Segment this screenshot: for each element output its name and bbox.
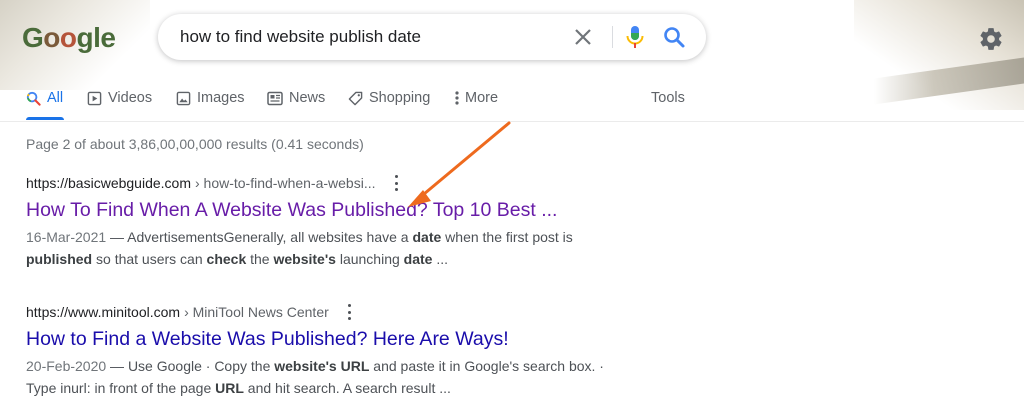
- snippet-text: so that users can: [92, 251, 207, 267]
- result-url[interactable]: https://basicwebguide.com › how-to-find-…: [26, 175, 573, 191]
- logo-letter: g: [76, 22, 94, 53]
- result-menu-button[interactable]: [347, 304, 353, 320]
- snippet-bold: URL: [215, 380, 244, 396]
- tab-videos[interactable]: Videos: [87, 90, 152, 106]
- close-icon: [575, 29, 591, 45]
- snippet-text: Type inurl: in front of the page: [26, 380, 216, 396]
- result-title-link[interactable]: How To Find When A Website Was Published…: [26, 199, 573, 222]
- settings-button[interactable]: [978, 26, 1004, 52]
- microphone-icon: [626, 26, 644, 48]
- google-doodle-logo[interactable]: Google: [22, 22, 116, 54]
- logo-letter: G: [22, 22, 44, 53]
- tab-more[interactable]: More: [455, 90, 498, 106]
- search-icon: [664, 27, 685, 48]
- tab-label: More: [465, 90, 499, 106]
- tab-all[interactable]: All: [26, 90, 63, 106]
- result-snippet: 20-Feb-2020 — Use Google · Copy the webs…: [26, 355, 604, 399]
- logo-letter: o: [59, 22, 77, 53]
- tab-label: All: [47, 90, 64, 106]
- snippet-text: launching: [335, 251, 404, 267]
- result-date: 20-Feb-2020: [26, 358, 107, 374]
- snippet-bold: date: [412, 229, 442, 245]
- snippet-text: ...: [432, 251, 449, 267]
- snippet-bold: website's URL: [274, 358, 370, 374]
- tab-images[interactable]: Images: [176, 90, 245, 106]
- search-result: https://basicwebguide.com › how-to-find-…: [26, 175, 573, 270]
- snippet-text: and hit search. A search result ...: [243, 380, 451, 396]
- logo-letter: e: [100, 22, 116, 53]
- snippet-text: — Use Google · Copy the: [106, 358, 275, 374]
- snippet-bold: published: [26, 251, 93, 267]
- voice-search-button[interactable]: [624, 25, 646, 49]
- snippet-text: the: [246, 251, 274, 267]
- snippet-bold: date: [403, 251, 433, 267]
- news-icon: [267, 91, 283, 105]
- kebab-icon: [455, 91, 459, 105]
- tab-label: News: [289, 90, 326, 106]
- snippet-bold: check: [206, 251, 247, 267]
- tag-icon: [348, 91, 363, 105]
- snippet-text: and paste it in Google's search box. ·: [369, 358, 604, 374]
- active-tab-indicator: [26, 117, 64, 120]
- result-site[interactable]: https://basicwebguide.com: [26, 175, 191, 191]
- tab-label: Shopping: [369, 90, 431, 106]
- tabs-divider: [0, 121, 1024, 122]
- result-site[interactable]: https://www.minitool.com: [26, 304, 180, 320]
- snippet-text: — AdvertisementsGenerally, all websites …: [106, 229, 413, 245]
- result-url[interactable]: https://www.minitool.com › MiniTool News…: [26, 304, 604, 320]
- tab-news[interactable]: News: [267, 90, 325, 106]
- search-box[interactable]: how to find website publish date: [158, 14, 706, 60]
- search-icon: [26, 91, 41, 106]
- tab-label: Videos: [108, 90, 153, 106]
- tab-shopping[interactable]: Shopping: [348, 90, 430, 106]
- search-result: https://www.minitool.com › MiniTool News…: [26, 304, 604, 399]
- search-input[interactable]: how to find website publish date: [180, 27, 421, 47]
- tab-label: Images: [197, 90, 245, 106]
- image-icon: [176, 91, 191, 105]
- result-breadcrumb: › MiniTool News Center: [184, 304, 329, 320]
- clear-search-button[interactable]: [572, 26, 594, 48]
- result-stats: Page 2 of about 3,86,00,00,000 results (…: [26, 136, 364, 152]
- logo-letter: l: [93, 22, 101, 53]
- result-breadcrumb: › how-to-find-when-a-websi...: [194, 175, 376, 191]
- result-snippet: 16-Mar-2021 — AdvertisementsGenerally, a…: [26, 226, 573, 270]
- gear-icon: [980, 28, 1002, 50]
- logo-letter: o: [43, 22, 60, 53]
- snippet-bold: website's: [273, 251, 336, 267]
- result-menu-button[interactable]: [394, 175, 400, 191]
- result-title-link[interactable]: How to Find a Website Was Published? Her…: [26, 328, 604, 351]
- video-icon: [87, 91, 102, 105]
- tools-button[interactable]: Tools: [651, 90, 685, 106]
- snippet-text: when the first post is: [441, 229, 573, 245]
- search-submit-button[interactable]: [662, 25, 686, 49]
- search-divider: [612, 26, 613, 48]
- result-date: 16-Mar-2021: [26, 229, 107, 245]
